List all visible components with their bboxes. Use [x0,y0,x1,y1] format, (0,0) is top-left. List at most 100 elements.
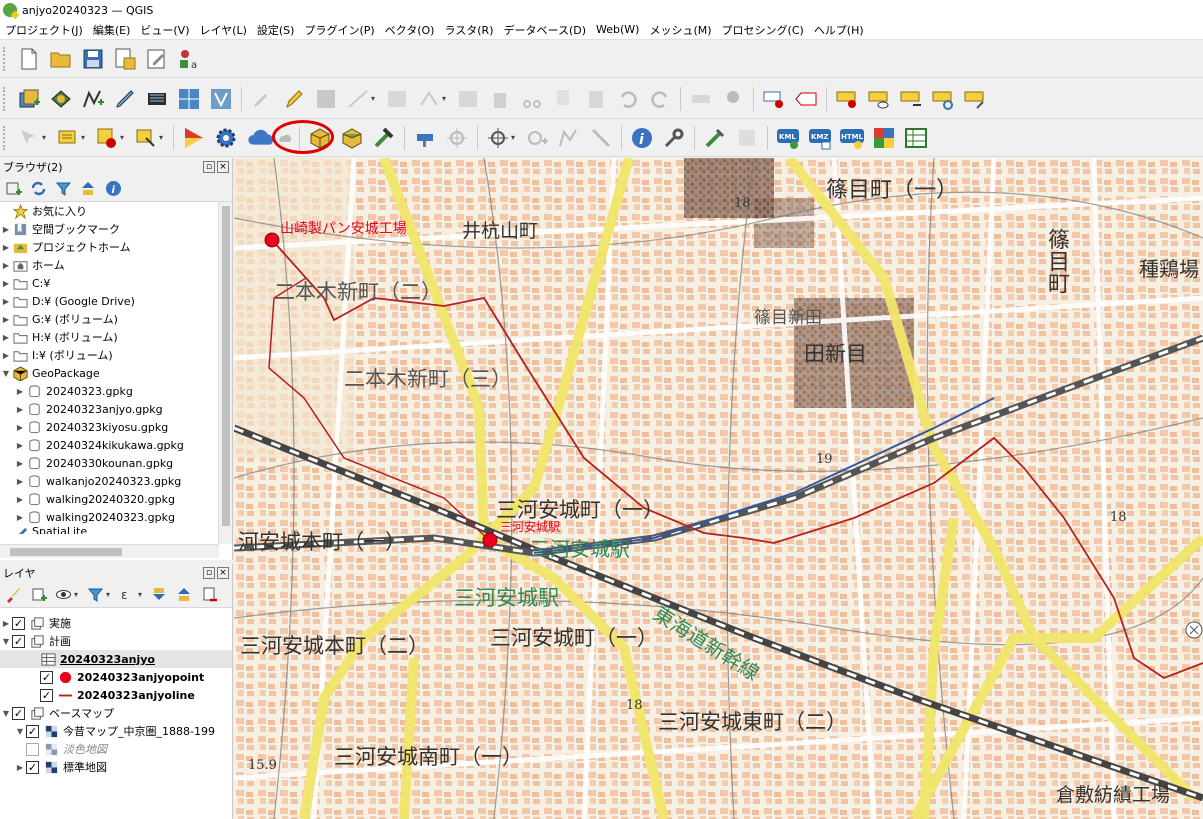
export-kmz-button[interactable]: KMZ [807,125,833,151]
chevron-right-icon[interactable]: ▶ [0,243,12,252]
chevron-right-icon[interactable]: ▶ [14,513,26,522]
gpkg-item[interactable]: ▶ walking20240323.gpkg [0,508,232,526]
tree-item-geopackage[interactable]: ▼ GeoPackage [0,364,232,382]
cut-features-button[interactable] [519,86,545,112]
layer-item-anjyo-table[interactable]: 20240323anjyo [0,650,232,668]
visibility-checkbox[interactable]: ✓ [26,760,39,774]
pin-labels-button[interactable] [834,86,860,112]
add-group-button[interactable] [27,584,49,606]
open-project-button[interactable] [48,46,74,72]
dropdown-arrow-icon[interactable]: ▾ [371,94,379,103]
dropdown-arrow-icon[interactable]: ▾ [106,590,114,599]
chevron-right-icon[interactable]: ▶ [0,225,12,234]
current-edits-button[interactable] [249,86,275,112]
dropdown-arrow-icon[interactable]: ▾ [42,133,50,142]
tree-item-bookmarks[interactable]: ▶ 空間ブックマーク [0,220,232,238]
expand-all-button[interactable] [148,584,170,606]
add-feature-button[interactable] [345,86,371,112]
toolbar-grip[interactable] [3,125,7,150]
dropdown-arrow-icon[interactable]: ▾ [138,590,146,599]
chevron-right-icon[interactable]: ▶ [0,351,12,360]
paste-features-button[interactable] [583,86,609,112]
undo-button[interactable] [615,86,641,112]
style-manager-button[interactable]: a [176,46,202,72]
vector-tool-button[interactable] [556,125,582,151]
coordinate-capture-button[interactable] [412,125,438,151]
browser-horizontal-scrollbar[interactable] [0,544,219,558]
visibility-checkbox[interactable]: ✓ [26,724,39,738]
chevron-right-icon[interactable]: ▶ [14,387,26,396]
tree-item-spatialite[interactable]: SpatiaLite [0,526,232,534]
save-as-button[interactable] [112,46,138,72]
add-selected-layers-button[interactable] [2,178,24,200]
layer-item-anjyo-line[interactable]: ✓ 20240323anjyoline [0,686,232,704]
change-label-button[interactable] [962,86,988,112]
label-pin-button[interactable] [720,86,746,112]
trace-button[interactable] [588,125,614,151]
crosshair-button[interactable] [444,125,470,151]
plugin-disabled-button[interactable] [734,125,760,151]
print-layout-button[interactable] [144,46,170,72]
toolbar-grip[interactable] [3,47,7,71]
new-project-button[interactable] [16,46,42,72]
layer-item-hyojun[interactable]: ▶ ✓ 標準地図 [0,758,232,776]
dropdown-arrow-icon[interactable]: ▾ [74,590,82,599]
remove-layer-button[interactable] [198,584,220,606]
dropdown-arrow-icon[interactable]: ▾ [442,94,450,103]
chevron-right-icon[interactable]: ▶ [14,459,26,468]
collapse-all-button[interactable] [77,178,99,200]
dropdown-arrow-icon[interactable]: ▾ [81,133,89,142]
chevron-right-icon[interactable]: ▶ [14,423,26,432]
filter-browser-button[interactable] [52,178,74,200]
tree-item-favorites[interactable]: お気に入り [0,202,232,220]
properties-info-button[interactable]: i [102,178,124,200]
tree-item-project-home[interactable]: ▶ プロジェクトホーム [0,238,232,256]
chevron-right-icon[interactable]: ▶ [0,315,12,324]
chevron-down-icon[interactable]: ▼ [0,637,12,646]
visibility-checkbox[interactable]: ✓ [12,634,25,648]
rotate-label-button[interactable] [930,86,956,112]
gpkg-item[interactable]: ▶ 20240323anjyo.gpkg [0,400,232,418]
chevron-down-icon[interactable]: ▼ [14,727,26,736]
map-canvas[interactable]: 山崎製パン安城工場 三河安城駅 篠目町（一） 井杭山町 二本木新町（二） 二本木… [234,158,1203,819]
chevron-right-icon[interactable]: ▶ [0,333,12,342]
menu-database[interactable]: データベース(D) [499,22,592,38]
menu-help[interactable]: ヘルプ(H) [809,22,869,38]
diagram-label-button[interactable] [761,86,787,112]
refresh-button[interactable] [27,178,49,200]
new-layer-button[interactable] [80,86,106,112]
tree-item-drive-h[interactable]: ▶ H:¥ (ボリューム) [0,328,232,346]
gpkg-item[interactable]: ▶ 20240323kiyosu.gpkg [0,418,232,436]
chevron-right-icon[interactable]: ▶ [14,477,26,486]
data-source-manager-button[interactable] [16,86,42,112]
identify-select-button[interactable] [16,125,42,151]
style-panel-button[interactable] [2,584,24,606]
export-html-button[interactable]: HTML [839,125,865,151]
layer-item-anjyo-point[interactable]: ✓ 20240323anjyopoint [0,668,232,686]
chevron-right-icon[interactable]: ▶ [14,495,26,504]
gpkg-item[interactable]: ▶ walking20240320.gpkg [0,490,232,508]
chevron-right-icon[interactable]: ▶ [14,405,26,414]
dropdown-arrow-icon[interactable]: ▾ [120,133,128,142]
chevron-down-icon[interactable]: ▼ [0,369,12,378]
snapping-button[interactable] [485,125,511,151]
virtual-layer-button[interactable] [208,86,234,112]
visibility-checkbox[interactable]: ✓ [12,706,25,720]
options-button[interactable] [661,125,687,151]
hammer-tool-button[interactable] [371,125,397,151]
settings-gear-button[interactable] [213,125,239,151]
gpkg-item[interactable]: ▶ 20240323.gpkg [0,382,232,400]
tree-item-drive-i[interactable]: ▶ I:¥ (ボリューム) [0,346,232,364]
menu-mesh[interactable]: メッシュ(M) [644,22,716,38]
raster-button[interactable] [144,86,170,112]
menu-web[interactable]: Web(W) [591,23,644,36]
filter-legend-button[interactable] [84,584,106,606]
delete-selected-button[interactable] [487,86,513,112]
chevron-down-icon[interactable]: ▼ [0,709,12,718]
scrollbar-thumb[interactable] [10,548,122,556]
layer-group-jisshi[interactable]: ▶ ✓ 実施 [0,614,232,632]
menu-processing[interactable]: プロセシング(C) [717,22,809,38]
modify-attributes-button[interactable] [455,86,481,112]
chevron-right-icon[interactable]: ▶ [0,261,12,270]
save-project-button[interactable] [80,46,106,72]
